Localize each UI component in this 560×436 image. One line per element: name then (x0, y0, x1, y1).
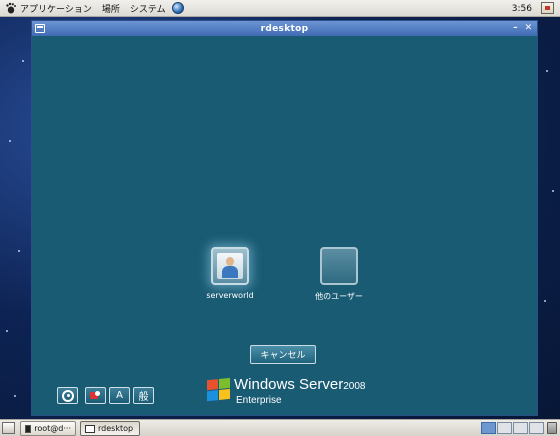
applications-menu[interactable]: アプリケーション (0, 0, 97, 16)
window-titlebar[interactable]: rdesktop – ✕ (32, 21, 537, 36)
windows-server-logo: Windows Server2008 Enterprise (207, 377, 365, 406)
cancel-button[interactable]: キャンセル (250, 345, 316, 364)
terminal-icon (25, 424, 32, 433)
windows-flag-icon (207, 377, 231, 403)
system-menu[interactable]: システム (125, 0, 189, 16)
user-tile-label: serverworld (206, 291, 254, 300)
window-icon (85, 424, 95, 433)
windows-logon-screen: serverworld 他のユーザー キャンセル A 般 Windows Ser… (32, 36, 537, 415)
user-tile-frame (211, 247, 249, 285)
minimize-button[interactable]: – (510, 22, 521, 34)
brand-product-name: Windows Server (234, 376, 344, 393)
workspace-2[interactable] (497, 422, 512, 434)
top-panel: アプリケーション 場所 システム 3:56 (0, 0, 560, 17)
show-desktop-icon[interactable] (2, 422, 15, 434)
ease-of-access-icon (61, 389, 74, 402)
user-tile-label: 他のユーザー (315, 292, 363, 301)
system-menu-label: システム (129, 4, 166, 15)
taskbar-item-label: rdesktop (98, 424, 134, 433)
applications-menu-label: アプリケーション (20, 4, 92, 15)
gnome-foot-icon (6, 2, 16, 14)
panel-clock[interactable]: 3:56 (512, 0, 532, 17)
user-tile-serverworld[interactable]: serverworld (185, 247, 275, 300)
places-menu-label: 場所 (101, 4, 120, 15)
brand-edition: Enterprise (236, 395, 282, 406)
close-button[interactable]: ✕ (523, 22, 534, 34)
ime-mode-button[interactable]: A (109, 387, 130, 404)
brand-version: 2008 (343, 381, 366, 392)
workspace-4[interactable] (529, 422, 544, 434)
rdesktop-window: rdesktop – ✕ serverworld 他のユーザー キャンセル A … (31, 20, 538, 416)
places-menu[interactable]: 場所 (97, 0, 125, 16)
ime-kana-button[interactable]: 般 (133, 387, 154, 404)
bottom-panel: root@d··· rdesktop (0, 419, 560, 436)
network-status-icon[interactable] (541, 2, 554, 14)
language-flag-icon (90, 391, 101, 400)
workspace-3[interactable] (513, 422, 528, 434)
workspace-1[interactable] (481, 422, 496, 434)
blank-user-icon (320, 247, 358, 285)
window-title: rdesktop (260, 23, 309, 34)
brand-product: Windows Server2008 (234, 377, 365, 395)
web-browser-launcher-icon[interactable] (171, 2, 184, 14)
window-menu-icon[interactable] (35, 24, 45, 33)
user-photo-icon (217, 253, 243, 279)
taskbar-item-terminal[interactable]: root@d··· (20, 421, 76, 436)
language-bar-button[interactable] (85, 387, 106, 404)
user-tile-other-user[interactable]: 他のユーザー (294, 247, 384, 302)
taskbar-item-label: root@d··· (34, 424, 71, 433)
ease-of-access-button[interactable] (57, 387, 78, 404)
trash-icon[interactable] (547, 422, 557, 434)
taskbar-item-rdesktop[interactable]: rdesktop (80, 421, 140, 436)
